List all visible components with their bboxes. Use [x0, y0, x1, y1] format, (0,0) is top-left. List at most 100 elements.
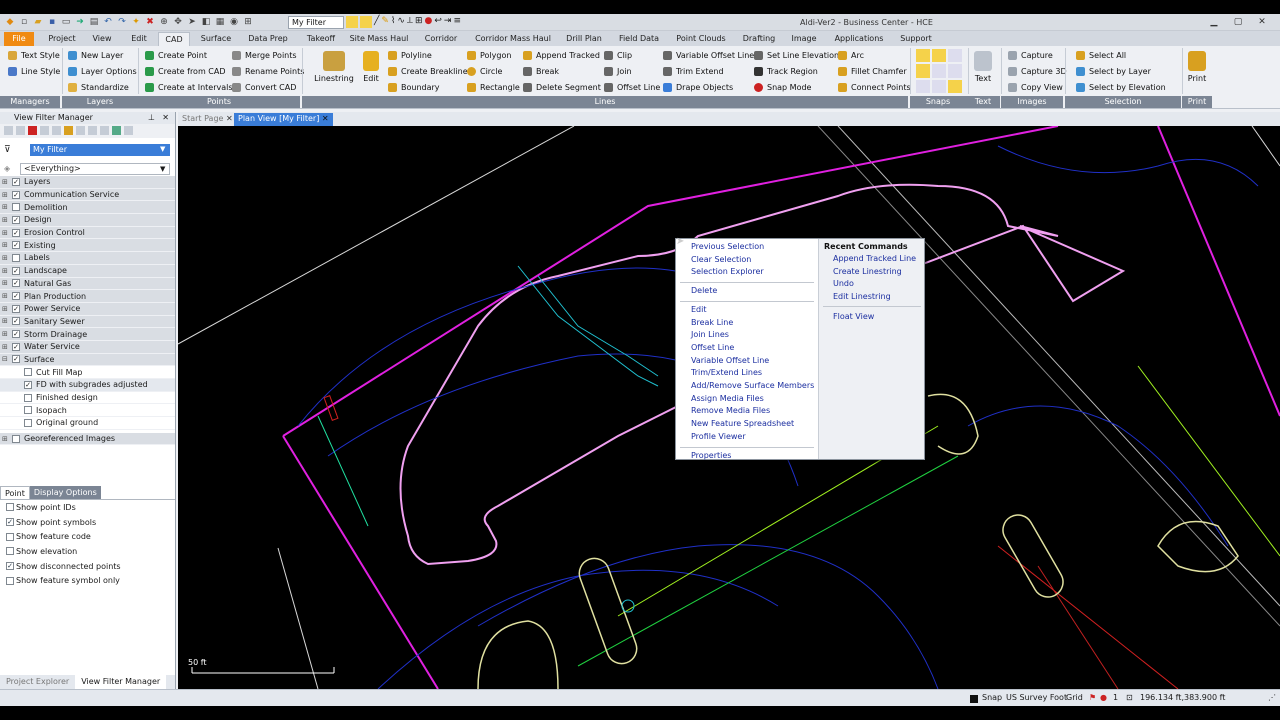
view-icon[interactable]: ◧ — [200, 16, 212, 28]
rename-points-button[interactable]: Rename Points — [232, 65, 304, 77]
surface-row[interactable]: ✓ FD with subgrades adjusted — [0, 379, 175, 392]
text-style-button[interactable]: Text Style — [8, 49, 60, 61]
tree-row[interactable]: ⊞ ✓ Erosion Control — [0, 226, 175, 240]
boundary-button[interactable]: Boundary — [388, 81, 440, 93]
append-tracked-button[interactable]: Append Tracked — [523, 49, 600, 61]
recent-command-item[interactable]: Undo — [833, 279, 854, 288]
view-filter-combo[interactable]: My Filter — [288, 16, 344, 29]
menu-item-profile-viewer[interactable]: Profile Viewer — [691, 432, 746, 441]
text-button[interactable]: Text — [970, 51, 996, 83]
tab-project-explorer[interactable]: Project Explorer — [0, 675, 75, 689]
expand-icon[interactable]: ⊞ — [2, 330, 10, 338]
chevron-down-icon[interactable]: ▼ — [160, 145, 165, 153]
grid-status[interactable]: Grid — [1066, 693, 1083, 702]
variable-offset-line-button[interactable]: Variable Offset Line — [663, 49, 754, 61]
line-style-button[interactable]: Line Style — [8, 65, 60, 77]
join-button[interactable]: Join — [604, 65, 632, 77]
display-option-row[interactable]: ✓ Show disconnected points — [0, 559, 175, 574]
create-breakline-button[interactable]: Create Breakline — [388, 65, 468, 77]
menu-item-edit[interactable]: Edit — [691, 305, 707, 314]
filter-icon[interactable] — [346, 16, 358, 28]
polyline-icon[interactable]: ⌇ — [391, 16, 395, 28]
tab-data-prep[interactable]: Data Prep — [240, 32, 296, 46]
menu-item-add-remove-surface-members[interactable]: Add/Remove Surface Members — [691, 381, 814, 390]
tab-start-page[interactable]: Start Page ✕ — [178, 113, 237, 126]
surface-row[interactable]: Isopach — [0, 404, 175, 418]
minimize-icon[interactable]: ▁ — [1202, 15, 1226, 29]
layer-checkbox[interactable]: ✓ — [12, 292, 20, 301]
connect-points-button[interactable]: Connect Points — [838, 81, 911, 93]
pointer-icon[interactable] — [360, 16, 372, 28]
delete-icon[interactable]: ✖ — [144, 16, 156, 28]
tab-image[interactable]: Image — [788, 32, 820, 46]
snap-icon[interactable]: ⟂ — [407, 16, 413, 28]
tree-row-georeferenced[interactable]: ⊞ Georeferenced Images — [0, 432, 175, 446]
surface-checkbox[interactable] — [24, 368, 32, 377]
undo-icon[interactable]: ↶ — [102, 16, 114, 28]
curve-icon[interactable]: ∿ — [397, 16, 405, 28]
close-tab-icon[interactable]: ✕ — [226, 114, 233, 123]
redo-icon[interactable]: ↷ — [116, 16, 128, 28]
close-tab-icon[interactable]: ✕ — [322, 114, 329, 123]
rectangle-button[interactable]: Rectangle — [467, 81, 520, 93]
layer-checkbox[interactable] — [12, 253, 20, 262]
filter-options-icon[interactable] — [40, 126, 49, 135]
tab-file[interactable]: File — [4, 32, 34, 46]
tab-support[interactable]: Support — [896, 32, 936, 46]
settings-filter-icon[interactable] — [100, 126, 109, 135]
pencil-icon[interactable]: ✎ — [381, 16, 389, 28]
export-icon[interactable]: ▤ — [88, 16, 100, 28]
arc-button[interactable]: Arc — [838, 49, 864, 61]
polygon-button[interactable]: Polygon — [467, 49, 511, 61]
linestring-button[interactable]: Linestring — [314, 51, 354, 83]
tab-project[interactable]: Project — [42, 32, 82, 46]
display-option-row[interactable]: ✓ Show point symbols — [0, 515, 175, 530]
layer-options-button[interactable]: Layer Options — [68, 65, 137, 77]
surface-checkbox[interactable] — [24, 393, 32, 402]
layer-checkbox[interactable]: ✓ — [12, 266, 20, 275]
menu-item-break-line[interactable]: Break Line — [691, 318, 733, 327]
find-icon[interactable] — [88, 126, 97, 135]
menu-item-clear-selection[interactable]: Clear Selection — [691, 255, 751, 264]
tab-corridor-mass-haul[interactable]: Corridor Mass Haul — [468, 32, 558, 46]
edit-button[interactable]: Edit — [358, 51, 384, 83]
tree-row[interactable]: ⊞ ✓ Natural Gas — [0, 277, 175, 291]
layer-checkbox[interactable]: ✓ — [12, 342, 20, 351]
select-by-layer-button[interactable]: Select by Layer — [1076, 65, 1151, 77]
menu-item-variable-offset-line[interactable]: Variable Offset Line — [691, 356, 769, 365]
recent-command-item[interactable]: Create Linestring — [833, 267, 902, 276]
expand-icon[interactable]: ⊞ — [2, 241, 10, 249]
tab-applications[interactable]: Applications — [832, 32, 886, 46]
option-checkbox[interactable]: ✓ — [6, 518, 14, 527]
refresh-filter-icon[interactable] — [76, 126, 85, 135]
snap-intersection-icon[interactable] — [932, 64, 946, 78]
menu-item-trim-extend-lines[interactable]: Trim/Extend Lines — [691, 368, 762, 377]
tab-edit[interactable]: Edit — [124, 32, 154, 46]
tree-row[interactable]: ⊞ ✓ Storm Drainage — [0, 328, 175, 341]
option-checkbox[interactable] — [6, 547, 14, 556]
menu-item-previous-selection[interactable]: Previous Selection — [691, 242, 764, 251]
surface-checkbox[interactable]: ✓ — [24, 380, 32, 389]
surface-checkbox[interactable] — [24, 418, 32, 427]
select-all-button[interactable]: Select All — [1076, 49, 1126, 61]
camera-icon[interactable]: ◉ — [228, 16, 240, 28]
fillet-chamfer-button[interactable]: Fillet Chamfer — [838, 65, 907, 77]
snap-tangent-icon[interactable] — [916, 79, 930, 93]
color-filter-icon[interactable] — [112, 126, 121, 135]
recent-command-item[interactable]: Edit Linestring — [833, 292, 891, 301]
tab-site-mass-haul[interactable]: Site Mass Haul — [344, 32, 414, 46]
menu-item-join-lines[interactable]: Join Lines — [691, 330, 729, 339]
print-button[interactable]: Print — [1184, 51, 1210, 83]
collapse-icon[interactable]: ⊟ — [2, 355, 10, 363]
tab-takeoff[interactable]: Takeoff — [304, 32, 338, 46]
menu-item-properties[interactable]: Properties — [691, 451, 731, 460]
tree-row[interactable]: ⊞ ✓ Power Service — [0, 302, 175, 316]
create-at-intervals-button[interactable]: Create at Intervals — [145, 81, 233, 93]
expand-icon[interactable]: ⊞ — [2, 435, 10, 443]
new-layer-button[interactable]: New Layer — [68, 49, 123, 61]
circle-button[interactable]: Circle — [467, 65, 502, 77]
layer-checkbox[interactable]: ✓ — [12, 330, 20, 339]
tree-row[interactable]: ⊞ ✓ Existing — [0, 239, 175, 253]
float-view-item[interactable]: Float View — [833, 312, 874, 321]
tree-row[interactable]: ⊞ ✓ Design — [0, 214, 175, 227]
